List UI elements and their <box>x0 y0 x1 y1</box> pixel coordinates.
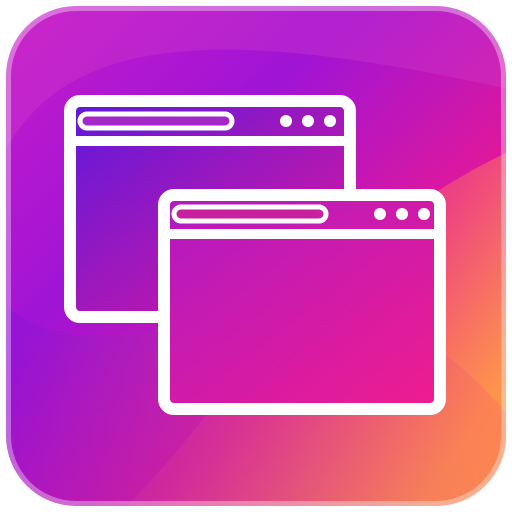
front-window-dot-1 <box>374 208 386 220</box>
back-window-dot-2 <box>302 115 314 127</box>
front-window-frame <box>158 189 446 415</box>
app-icon <box>0 0 512 512</box>
front-window <box>158 189 446 415</box>
back-window-dot-1 <box>280 115 292 127</box>
multiple-browser-windows-icon <box>5 5 507 507</box>
back-window-dot-3 <box>324 115 336 127</box>
back-window-address-bar <box>77 111 235 131</box>
front-window-dot-2 <box>396 208 408 220</box>
front-window-address-bar <box>171 204 329 224</box>
front-window-dot-3 <box>418 208 430 220</box>
